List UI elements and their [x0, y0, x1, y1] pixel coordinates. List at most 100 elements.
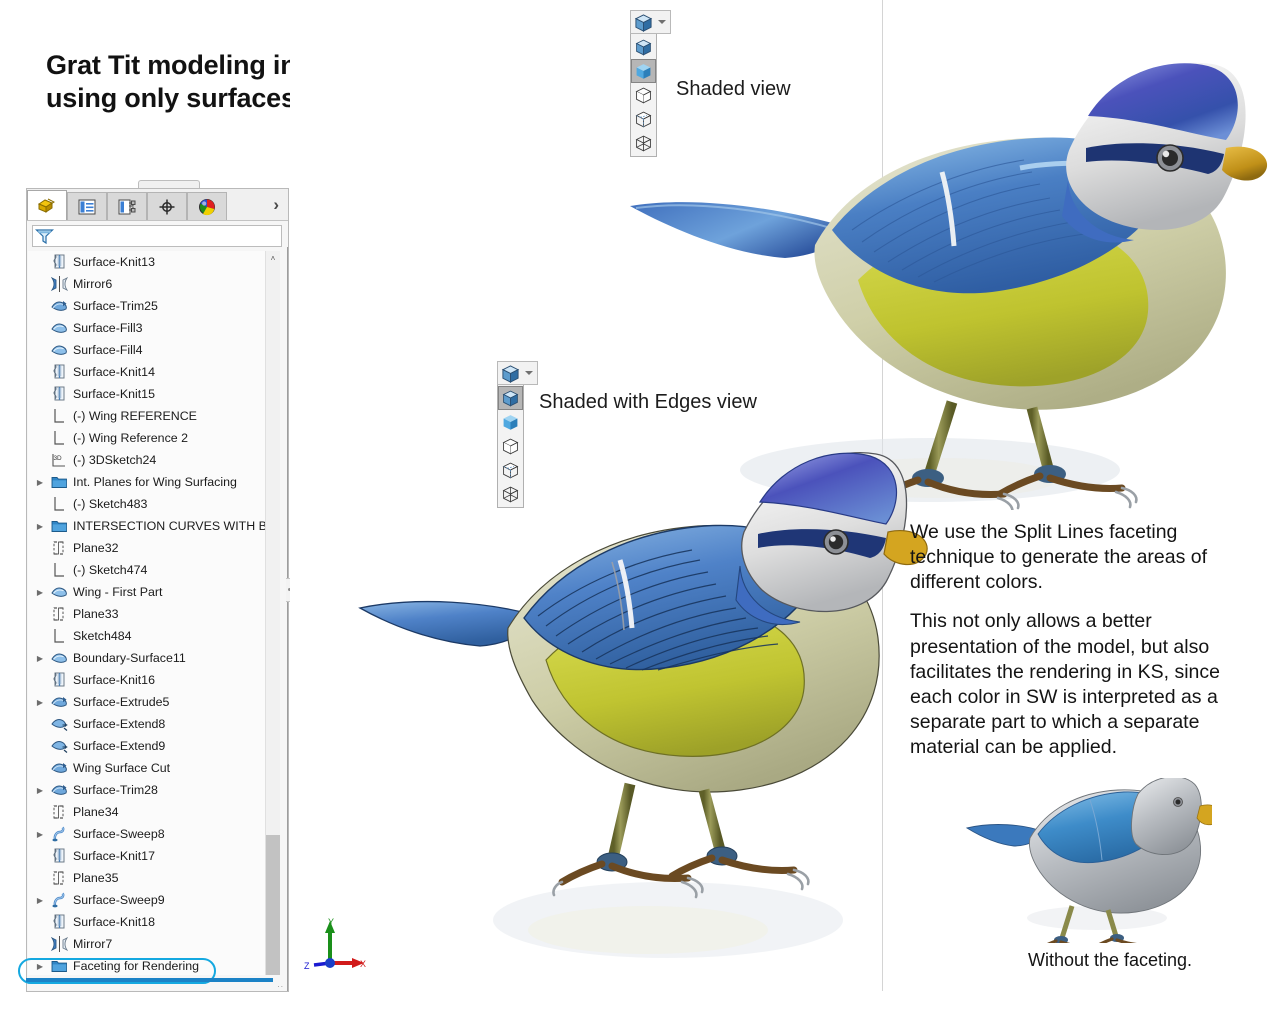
cube-wireframe-icon [635, 135, 652, 152]
feature-tree-item[interactable]: Plane34 [28, 801, 274, 823]
feature-tree-item-label: INTERSECTION CURVES WITH BODY [73, 519, 274, 533]
hidden-lines-visible-option[interactable] [631, 107, 656, 131]
feature-tree-item[interactable]: ▶ Surface-Extrude5 [28, 691, 274, 713]
shaded-option[interactable] [498, 410, 523, 434]
view-style-flyout-button[interactable] [497, 361, 538, 385]
expand-arrow-icon[interactable]: ▶ [32, 896, 48, 905]
feature-tree-item[interactable]: ▶ Surface-Trim28 [28, 779, 274, 801]
feature-tree-item[interactable]: Sketch484 [28, 625, 274, 647]
feature-icon-slot [48, 672, 70, 688]
feature-icon-slot [48, 496, 70, 512]
feature-tree-item[interactable]: Surface-Extend8 [28, 713, 274, 735]
feature-tree-item-label: Boundary-Surface11 [73, 651, 186, 665]
feature-tree-item[interactable]: Plane32 [28, 537, 274, 559]
scrollbar-thumb[interactable] [266, 835, 280, 975]
feature-tree-item[interactable]: Surface-Knit14 [28, 361, 274, 383]
feature-tree-item[interactable]: Surface-Trim25 [28, 295, 274, 317]
feature-tree-item-label: Surface-Fill3 [73, 321, 143, 335]
feature-manager-design-tree-tab[interactable] [27, 190, 67, 220]
feature-tree-item[interactable]: ▶ INTERSECTION CURVES WITH BODY [28, 515, 274, 537]
surface-trim-icon [50, 301, 67, 311]
feature-tree-item[interactable]: Surface-Knit15 [28, 383, 274, 405]
shaded-view-label: Shaded view [676, 78, 791, 100]
feature-tree-item[interactable]: (-) Sketch483 [28, 493, 274, 515]
feature-tree-item[interactable]: Surface-Knit17 [28, 845, 274, 867]
feature-tree-item[interactable]: Surface-Knit16 [28, 669, 274, 691]
wireframe-option[interactable] [498, 482, 523, 506]
expand-arrow-icon[interactable]: ▶ [32, 588, 48, 597]
expand-arrow-icon[interactable]: ▶ [32, 786, 48, 795]
shaded-option[interactable] [631, 59, 656, 83]
feature-tree-item[interactable]: ▶ Faceting for Rendering [28, 955, 274, 975]
thumbnail-caption: Without the faceting. [1027, 950, 1193, 970]
feature-tree-item[interactable]: Surface-Knit13 [28, 251, 274, 273]
feature-icon-slot [48, 276, 70, 292]
feature-icon-slot [48, 540, 70, 556]
wireframe-option[interactable] [631, 131, 656, 155]
feature-tree-item[interactable]: (-) Sketch474 [28, 559, 274, 581]
feature-tree-item[interactable]: Plane33 [28, 603, 274, 625]
feature-tree-item[interactable]: (-) Wing REFERENCE [28, 405, 274, 427]
feature-icon-slot [48, 804, 70, 820]
cube-shaded-icon [636, 64, 651, 79]
configuration-manager-tab[interactable] [107, 192, 147, 220]
feature-tree-item[interactable]: ▶ Surface-Sweep9 [28, 889, 274, 911]
expand-arrow-icon[interactable]: ▶ [32, 654, 48, 663]
feature-tree-item-label: Faceting for Rendering [73, 959, 200, 973]
feature-tree-item[interactable]: Plane35 [28, 867, 274, 889]
feature-tree-item[interactable]: (-) Wing Reference 2 [28, 427, 274, 449]
sketch-icon [53, 431, 64, 445]
feature-tree-item-label: (-) Wing REFERENCE [73, 409, 197, 423]
feature-tree-item[interactable]: ▶ Surface-Sweep8 [28, 823, 274, 845]
feature-tree-item[interactable]: ▶ Boundary-Surface11 [28, 647, 274, 669]
plane-icon [53, 541, 63, 555]
feature-tree-item-label: Surface-Knit16 [73, 673, 155, 687]
view-style-flyout-button[interactable] [630, 10, 671, 34]
expand-arrow-icon[interactable]: ▶ [32, 698, 48, 707]
bird-model-shaded-with-edges[interactable] [348, 420, 928, 980]
panel-resize-grip[interactable]: .. [278, 980, 284, 989]
feature-tree-item[interactable]: Surface-Fill3 [28, 317, 274, 339]
hidden-lines-removed-option[interactable] [631, 83, 656, 107]
shaded-with-edges-view-label: Shaded with Edges view [539, 391, 757, 413]
feature-tree-list[interactable]: Surface-Knit13 Mirror6 Surface-Trim25 Surfa… [28, 251, 274, 975]
feature-tree-item[interactable]: Surface-Knit18 [28, 911, 274, 933]
view-style-option-list[interactable] [497, 385, 524, 508]
expand-arrow-icon[interactable]: ▶ [32, 522, 48, 531]
surface-knit-icon [53, 254, 64, 269]
triad-x-label: X [360, 959, 366, 969]
shaded-with-edges-option[interactable] [631, 35, 656, 59]
view-style-option-list[interactable] [630, 34, 657, 157]
expand-arrow-icon[interactable]: ▶ [32, 830, 48, 839]
shaded-with-edges-view-toolbar[interactable]: Shaded with Edges view [497, 361, 757, 508]
feature-tree-scrollbar[interactable]: ˄ [265, 251, 280, 975]
scroll-up-arrow-icon[interactable]: ˄ [266, 251, 280, 265]
expand-arrow-icon[interactable]: ▶ [32, 962, 48, 971]
feature-tree-item[interactable]: Mirror7 [28, 933, 274, 955]
sketch-icon [53, 563, 64, 577]
expand-arrow-icon[interactable]: ▶ [32, 478, 48, 487]
feature-tree-filter-box[interactable] [32, 225, 282, 247]
feature-tree-item[interactable]: ▶ Int. Planes for Wing Surfacing [28, 471, 274, 493]
feature-tree-item[interactable]: ▶ Wing - First Part [28, 581, 274, 603]
bird-model-without-faceting[interactable] [962, 778, 1212, 943]
property-manager-tab[interactable] [67, 192, 107, 220]
appearances-tab[interactable] [187, 192, 227, 220]
hidden-lines-visible-option[interactable] [498, 458, 523, 482]
hidden-lines-removed-option[interactable] [498, 434, 523, 458]
more-tabs-button[interactable]: › [273, 195, 279, 215]
surface-knit-icon [53, 386, 64, 401]
cube-shaded-edges-icon [501, 364, 520, 383]
feature-tree-item[interactable]: Surface-Extend9 [28, 735, 274, 757]
feature-tree-item-label: Plane35 [73, 871, 119, 885]
feature-tree-item[interactable]: Mirror6 [28, 273, 274, 295]
shaded-with-edges-option[interactable] [498, 386, 523, 410]
feature-icon-slot [48, 430, 70, 446]
feature-tree-item[interactable]: Wing Surface Cut [28, 757, 274, 779]
shaded-view-toolbar[interactable]: Shaded view [630, 10, 791, 157]
feature-icon-slot [48, 342, 70, 358]
surface-fill-icon [50, 587, 67, 597]
feature-tree-item[interactable]: Surface-Fill4 [28, 339, 274, 361]
feature-tree-item[interactable]: 3D (-) 3DSketch24 [28, 449, 274, 471]
display-manager-tab[interactable] [147, 192, 187, 220]
